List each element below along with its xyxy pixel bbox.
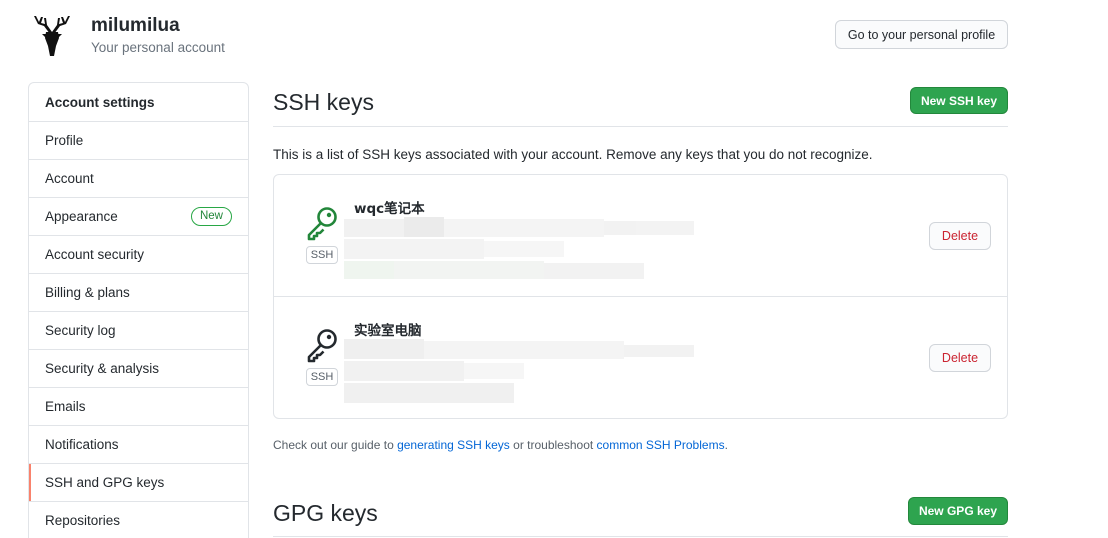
sidebar-item-label: SSH and GPG keys <box>45 475 165 490</box>
ssh-key-row: SSH 实验室电脑 Delete <box>274 297 1007 419</box>
sidebar-item-billing[interactable]: Billing & plans <box>29 274 248 312</box>
sidebar-item-label: Appearance <box>45 209 118 224</box>
section-divider <box>273 126 1008 127</box>
redacted-fingerprint <box>344 339 694 403</box>
sidebar-item-label: Security & analysis <box>45 361 160 376</box>
account-subtitle: Your personal account <box>91 40 225 55</box>
sidebar-item-account-security[interactable]: Account security <box>29 236 248 274</box>
sidebar-item-account[interactable]: Account <box>29 160 248 198</box>
deer-avatar-icon[interactable] <box>28 12 76 60</box>
ssh-keys-heading: SSH keys <box>273 89 374 115</box>
sidebar-item-appearance[interactable]: Appearance New <box>29 198 248 236</box>
new-gpg-key-button[interactable]: New GPG key <box>908 497 1008 525</box>
new-badge: New <box>190 207 232 226</box>
key-icon <box>307 329 337 363</box>
ssh-description: This is a list of SSH keys associated wi… <box>273 147 873 162</box>
sidebar-item-emails[interactable]: Emails <box>29 388 248 426</box>
sidebar-item-label: Emails <box>45 399 86 414</box>
common-ssh-problems-link[interactable]: common SSH Problems <box>597 438 725 452</box>
generating-ssh-keys-link[interactable]: generating SSH keys <box>397 438 510 452</box>
username[interactable]: milumilua <box>91 15 180 37</box>
guide-text: Check out our guide to <box>273 438 398 452</box>
delete-key-button[interactable]: Delete <box>929 222 991 250</box>
sidebar-item-security-log[interactable]: Security log <box>29 312 248 350</box>
sidebar-item-label: Profile <box>45 133 84 148</box>
gpg-keys-heading: GPG keys <box>273 500 378 526</box>
sidebar-item-security-analysis[interactable]: Security & analysis <box>29 350 248 388</box>
sidebar-item-notifications[interactable]: Notifications <box>29 426 248 464</box>
delete-key-button[interactable]: Delete <box>929 344 991 372</box>
ssh-key-list: SSH wqc笔记本 Delete SSH 实验室电脑 Delete <box>273 174 1008 419</box>
ssh-key-title: wqc笔记本 <box>354 201 425 217</box>
key-icon <box>307 207 337 241</box>
sidebar-item-profile[interactable]: Profile <box>29 122 248 160</box>
sidebar-item-label: Repositories <box>45 513 121 528</box>
ssh-key-row: SSH wqc笔记本 Delete <box>274 175 1007 297</box>
sidebar-heading: Account settings <box>29 83 248 122</box>
go-to-profile-button[interactable]: Go to your personal profile <box>835 20 1008 49</box>
sidebar-item-repositories[interactable]: Repositories <box>29 502 248 538</box>
sidebar-item-label: Security log <box>45 323 116 338</box>
sidebar-item-label: Billing & plans <box>45 285 130 300</box>
ssh-key-title: 实验室电脑 <box>354 323 422 339</box>
ssh-type-label: SSH <box>306 368 338 386</box>
sidebar-item-label: Account security <box>45 247 145 262</box>
sidebar-item-label: Notifications <box>45 437 119 452</box>
ssh-type-label: SSH <box>306 246 338 264</box>
ssh-guide-text: Check out our guide to generating SSH ke… <box>273 438 728 452</box>
sidebar-item-label: Account <box>45 171 94 186</box>
redacted-fingerprint <box>344 217 694 279</box>
settings-sidebar: Account settings Profile Account Appeara… <box>28 82 249 538</box>
guide-text: . <box>724 438 728 452</box>
new-ssh-key-button[interactable]: New SSH key <box>910 87 1008 114</box>
section-divider <box>273 536 1008 537</box>
guide-text: or troubleshoot <box>509 438 597 452</box>
sidebar-item-ssh-gpg-keys[interactable]: SSH and GPG keys <box>29 464 248 502</box>
